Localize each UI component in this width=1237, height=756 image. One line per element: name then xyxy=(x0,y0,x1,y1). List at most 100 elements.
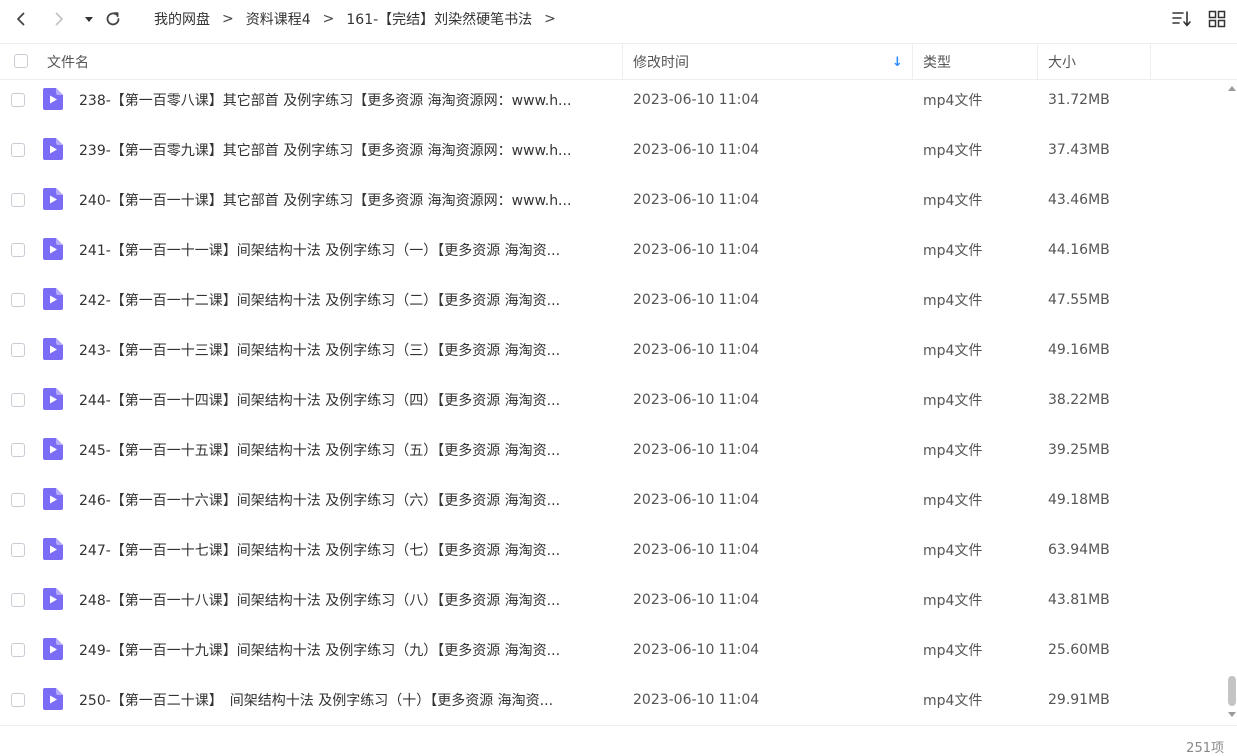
file-size: 39.25MB xyxy=(1048,442,1110,458)
table-row[interactable]: 249-【第一百一十九课】间架结构十法 及例字练习（九）【更多资源 海淘资...… xyxy=(0,630,1226,680)
scrollbar-thumb[interactable] xyxy=(1228,676,1236,706)
row-checkbox[interactable] xyxy=(11,193,25,207)
file-type: mp4文件 xyxy=(923,543,983,559)
column-header-modified[interactable]: 修改时间 xyxy=(633,44,689,80)
column-divider[interactable] xyxy=(912,44,913,80)
table-row[interactable]: 246-【第一百一十六课】间架结构十法 及例字练习（六）【更多资源 海淘资...… xyxy=(0,480,1226,530)
scroll-down-arrow-icon[interactable] xyxy=(1228,712,1236,717)
row-checkbox[interactable] xyxy=(11,593,25,607)
video-file-icon xyxy=(43,388,63,410)
row-checkbox[interactable] xyxy=(11,493,25,507)
row-checkbox[interactable] xyxy=(11,143,25,157)
video-file-icon xyxy=(43,588,63,610)
column-header-type[interactable]: 类型 xyxy=(923,44,951,80)
file-modified-time: 2023-06-10 11:04 xyxy=(633,642,760,658)
breadcrumb-item-root[interactable]: 我的网盘 xyxy=(154,9,210,29)
file-name[interactable]: 242-【第一百一十二课】间架结构十法 及例字练习（二）【更多资源 海淘资... xyxy=(79,280,611,320)
video-file-icon xyxy=(43,138,63,160)
breadcrumb-separator: > xyxy=(222,11,234,27)
video-file-icon xyxy=(43,488,63,510)
table-row[interactable]: 238-【第一百零八课】其它部首 及例字练习【更多资源 海淘资源网：www.h.… xyxy=(0,80,1226,130)
back-icon[interactable] xyxy=(8,6,34,32)
table-row[interactable]: 248-【第一百一十八课】间架结构十法 及例字练习（八）【更多资源 海淘资...… xyxy=(0,580,1226,630)
file-name[interactable]: 246-【第一百一十六课】间架结构十法 及例字练习（六）【更多资源 海淘资... xyxy=(79,480,611,520)
vertical-scrollbar[interactable] xyxy=(1226,80,1237,725)
row-checkbox[interactable] xyxy=(11,93,25,107)
column-divider[interactable] xyxy=(622,44,623,80)
file-modified-time: 2023-06-10 11:04 xyxy=(633,692,760,708)
file-size: 38.22MB xyxy=(1048,392,1110,408)
row-checkbox[interactable] xyxy=(11,343,25,357)
file-name[interactable]: 248-【第一百一十八课】间架结构十法 及例字练习（八）【更多资源 海淘资... xyxy=(79,580,611,620)
video-file-icon xyxy=(43,538,63,560)
file-name[interactable]: 239-【第一百零九课】其它部首 及例字练习【更多资源 海淘资源网：www.h.… xyxy=(79,130,611,170)
file-name[interactable]: 250-【第一百二十课】 间架结构十法 及例字练习（十）【更多资源 海淘资... xyxy=(79,680,611,720)
file-name[interactable]: 244-【第一百一十四课】间架结构十法 及例字练习（四）【更多资源 海淘资... xyxy=(79,380,611,420)
table-row[interactable]: 247-【第一百一十七课】间架结构十法 及例字练习（七）【更多资源 海淘资...… xyxy=(0,530,1226,580)
row-checkbox[interactable] xyxy=(11,393,25,407)
file-modified-time: 2023-06-10 11:04 xyxy=(633,342,760,358)
row-checkbox[interactable] xyxy=(11,443,25,457)
row-checkbox[interactable] xyxy=(11,543,25,557)
file-type: mp4文件 xyxy=(923,493,983,509)
file-name[interactable]: 240-【第一百一十课】其它部首 及例字练习【更多资源 海淘资源网：www.h.… xyxy=(79,180,611,220)
sort-icon[interactable] xyxy=(1170,8,1194,30)
file-name[interactable]: 245-【第一百一十五课】间架结构十法 及例字练习（五）【更多资源 海淘资... xyxy=(79,430,611,470)
row-checkbox[interactable] xyxy=(11,293,25,307)
file-name[interactable]: 238-【第一百零八课】其它部首 及例字练习【更多资源 海淘资源网：www.h.… xyxy=(79,80,611,120)
breadcrumb: 我的网盘 > 资料课程4 > 161-【完结】刘染然硬笔书法 > xyxy=(154,0,568,38)
file-list: 238-【第一百零八课】其它部首 及例字练习【更多资源 海淘资源网：www.h.… xyxy=(0,80,1226,725)
file-name[interactable]: 247-【第一百一十七课】间架结构十法 及例字练习（七）【更多资源 海淘资... xyxy=(79,530,611,570)
forward-icon[interactable] xyxy=(46,6,72,32)
video-file-icon xyxy=(43,188,63,210)
file-name[interactable]: 243-【第一百一十三课】间架结构十法 及例字练习（三）【更多资源 海淘资... xyxy=(79,330,611,370)
file-size: 31.72MB xyxy=(1048,92,1110,108)
file-name[interactable]: 241-【第一百一十一课】间架结构十法 及例字练习（一）【更多资源 海淘资... xyxy=(79,230,611,270)
file-modified-time: 2023-06-10 11:04 xyxy=(633,542,760,558)
file-modified-time: 2023-06-10 11:04 xyxy=(633,192,760,208)
file-size: 43.81MB xyxy=(1048,592,1110,608)
file-type: mp4文件 xyxy=(923,693,983,709)
breadcrumb-item-folder[interactable]: 资料课程4 xyxy=(246,9,311,29)
select-all-checkbox[interactable] xyxy=(14,54,28,68)
table-row[interactable]: 245-【第一百一十五课】间架结构十法 及例字练习（五）【更多资源 海淘资...… xyxy=(0,430,1226,480)
file-name[interactable]: 249-【第一百一十九课】间架结构十法 及例字练习（九）【更多资源 海淘资... xyxy=(79,630,611,670)
row-checkbox[interactable] xyxy=(11,693,25,707)
column-divider[interactable] xyxy=(1037,44,1038,80)
sort-descending-icon[interactable]: ↓ xyxy=(892,44,903,80)
table-row[interactable]: 239-【第一百零九课】其它部首 及例字练习【更多资源 海淘资源网：www.h.… xyxy=(0,130,1226,180)
file-size: 29.91MB xyxy=(1048,692,1110,708)
video-file-icon xyxy=(43,288,63,310)
breadcrumb-item-current[interactable]: 161-【完结】刘染然硬笔书法 xyxy=(346,9,532,29)
file-size: 25.60MB xyxy=(1048,642,1110,658)
column-header-name[interactable]: 文件名 xyxy=(47,44,89,80)
toolbar: 我的网盘 > 资料课程4 > 161-【完结】刘染然硬笔书法 > xyxy=(0,0,1237,38)
video-file-icon xyxy=(43,688,63,710)
dropdown-icon[interactable] xyxy=(76,6,102,32)
table-row[interactable]: 250-【第一百二十课】 间架结构十法 及例字练习（十）【更多资源 海淘资...… xyxy=(0,680,1226,725)
column-header-size[interactable]: 大小 xyxy=(1048,44,1076,80)
scroll-up-arrow-icon[interactable] xyxy=(1228,86,1236,91)
video-file-icon xyxy=(43,238,63,260)
table-row[interactable]: 241-【第一百一十一课】间架结构十法 及例字练习（一）【更多资源 海淘资...… xyxy=(0,230,1226,280)
file-type: mp4文件 xyxy=(923,143,983,159)
breadcrumb-separator: > xyxy=(322,11,335,27)
video-file-icon xyxy=(43,638,63,660)
table-row[interactable]: 240-【第一百一十课】其它部首 及例字练习【更多资源 海淘资源网：www.h.… xyxy=(0,180,1226,230)
table-row[interactable]: 244-【第一百一十四课】间架结构十法 及例字练习（四）【更多资源 海淘资...… xyxy=(0,380,1226,430)
table-row[interactable]: 242-【第一百一十二课】间架结构十法 及例字练习（二）【更多资源 海淘资...… xyxy=(0,280,1226,330)
table-header: 文件名 修改时间 ↓ 类型 大小 xyxy=(0,43,1237,80)
file-modified-time: 2023-06-10 11:04 xyxy=(633,292,760,308)
refresh-icon[interactable] xyxy=(100,6,126,32)
item-count: 251项 xyxy=(1186,741,1224,756)
column-divider[interactable] xyxy=(1150,44,1151,80)
grid-view-icon[interactable] xyxy=(1205,8,1229,30)
file-type: mp4文件 xyxy=(923,243,983,259)
row-checkbox[interactable] xyxy=(11,643,25,657)
table-row[interactable]: 243-【第一百一十三课】间架结构十法 及例字练习（三）【更多资源 海淘资...… xyxy=(0,330,1226,380)
row-checkbox[interactable] xyxy=(11,243,25,257)
file-size: 63.94MB xyxy=(1048,542,1110,558)
file-size: 49.18MB xyxy=(1048,492,1110,508)
video-file-icon xyxy=(43,338,63,360)
file-modified-time: 2023-06-10 11:04 xyxy=(633,392,760,408)
